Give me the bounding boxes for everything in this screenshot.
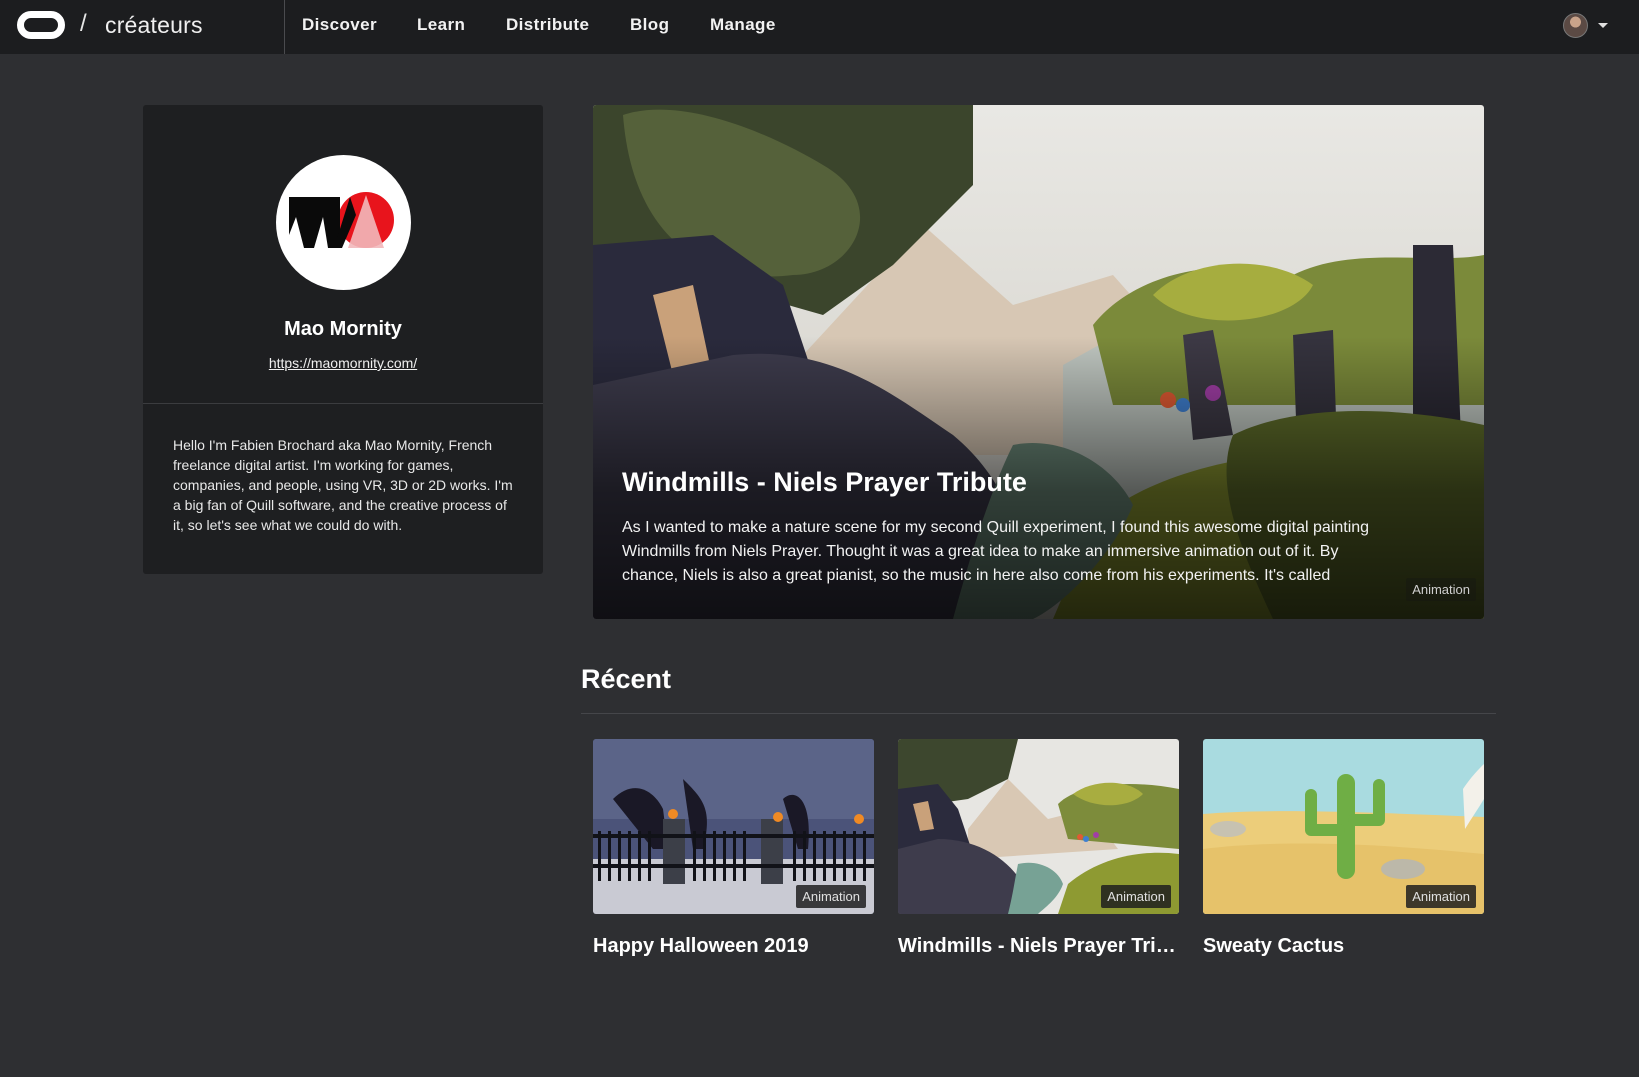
brand-separator: / xyxy=(80,10,87,37)
oculus-logo-icon[interactable] xyxy=(17,11,65,39)
creator-website-link[interactable]: https://maomornity.com/ xyxy=(143,355,543,371)
top-navigation-bar: / créateurs Discover Learn Distribute Bl… xyxy=(0,0,1639,54)
recent-card-sweaty-cactus[interactable]: Animation Sweaty Cactus xyxy=(1203,739,1484,959)
recent-card-happy-halloween[interactable]: Animation Happy Halloween 2019 xyxy=(593,739,874,959)
card-category-badge: Animation xyxy=(796,885,866,908)
featured-description: As I wanted to make a nature scene for m… xyxy=(622,519,1370,592)
creator-bio: Hello I'm Fabien Brochard aka Mao Mornit… xyxy=(173,437,513,533)
card-title[interactable]: Happy Halloween 2019 xyxy=(593,935,874,958)
featured-category-badge: Animation xyxy=(1406,578,1476,601)
featured-experience-card[interactable]: Windmills - Niels Prayer Tribute As I wa… xyxy=(593,105,1484,619)
card-thumbnail[interactable]: Animation xyxy=(898,739,1179,914)
recent-card-windmills[interactable]: Animation Windmills - Niels Prayer Tribu… xyxy=(898,739,1179,959)
creator-name: Mao Mornity xyxy=(284,318,402,340)
card-title[interactable]: Sweaty Cactus xyxy=(1203,935,1484,958)
card-category-badge: Animation xyxy=(1101,885,1171,908)
creator-logo-avatar xyxy=(276,155,411,290)
nav-link-distribute[interactable]: Distribute xyxy=(506,15,589,35)
card-thumbnail[interactable]: Animation xyxy=(1203,739,1484,914)
card-category-badge: Animation xyxy=(1406,885,1476,908)
caret-down-icon[interactable] xyxy=(1598,23,1608,28)
nav-link-blog[interactable]: Blog xyxy=(630,15,669,35)
nav-link-learn[interactable]: Learn xyxy=(417,15,465,35)
profile-header: Mao Mornity https://maomornity.com/ xyxy=(143,105,543,404)
creator-profile-card: Mao Mornity https://maomornity.com/ Hell… xyxy=(143,105,543,574)
user-avatar-icon[interactable] xyxy=(1563,13,1588,38)
mao-logo-icon xyxy=(289,192,394,248)
card-thumbnail[interactable]: Animation xyxy=(593,739,874,914)
nav-link-discover[interactable]: Discover xyxy=(302,15,377,35)
nav-link-manage[interactable]: Manage xyxy=(710,15,776,35)
card-title[interactable]: Windmills - Niels Prayer Tribute xyxy=(898,935,1179,958)
recent-section-heading: Récent xyxy=(581,664,672,694)
account-menu-button[interactable] xyxy=(1563,13,1609,39)
section-divider xyxy=(581,713,1496,714)
featured-title[interactable]: Windmills - Niels Prayer Tribute xyxy=(622,467,1027,498)
brand[interactable]: / créateurs xyxy=(0,0,285,54)
brand-name[interactable]: créateurs xyxy=(105,12,203,39)
